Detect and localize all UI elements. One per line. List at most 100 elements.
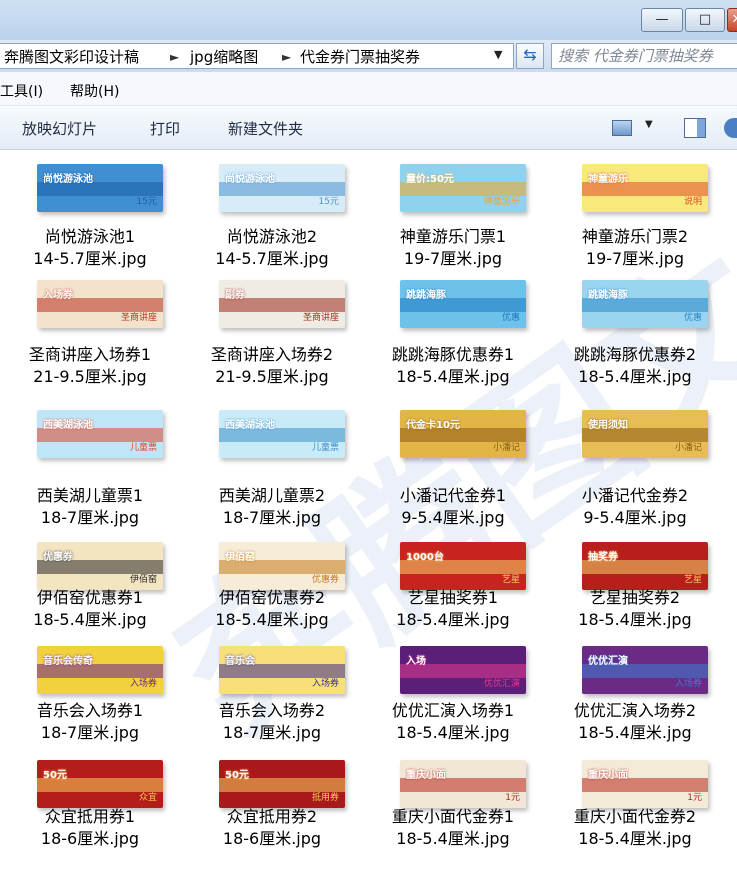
breadcrumb-root[interactable]: 奔腾图文彩印设计稿 xyxy=(4,47,139,67)
file-name[interactable]: 跳跳海豚优惠券2 xyxy=(545,344,725,366)
file-name-suffix[interactable]: 19-7厘米.jpg xyxy=(545,248,725,270)
file-name-suffix[interactable]: 18-5.4厘米.jpg xyxy=(0,609,180,631)
file-thumbnail[interactable]: 尚悦游泳池 15元 xyxy=(37,164,163,212)
file-thumbnail[interactable]: 抽奖券 艺星 xyxy=(582,542,708,590)
file-thumbnail[interactable]: 跳跳海豚 优惠 xyxy=(582,280,708,328)
file-name-suffix[interactable]: 18-7厘米.jpg xyxy=(0,722,180,744)
file-thumbnail[interactable]: 尚悦游泳池 15元 xyxy=(219,164,345,212)
menu-help[interactable]: 帮助(H) xyxy=(70,81,119,101)
file-thumbnail[interactable]: 神童游乐 说明 xyxy=(582,164,708,212)
file-name[interactable]: 众宜抵用券1 xyxy=(0,806,180,828)
file-name[interactable]: 众宜抵用券2 xyxy=(182,806,362,828)
thumbnail-title: 童价:50元 xyxy=(406,174,454,185)
thumbnail-title: 优优汇演 xyxy=(588,656,628,667)
file-name[interactable]: 优优汇演入场券2 xyxy=(545,700,725,722)
file-name-suffix[interactable]: 18-5.4厘米.jpg xyxy=(182,609,362,631)
file-thumbnail[interactable]: 代金卡10元 小潘记 xyxy=(400,410,526,458)
thumbnail-subtitle: 圣商讲座 xyxy=(302,313,339,323)
file-thumbnail[interactable]: 重庆小面 1元 xyxy=(400,760,526,808)
menu-tools[interactable]: 工具(I) xyxy=(0,81,43,101)
file-name-suffix[interactable]: 9-5.4厘米.jpg xyxy=(363,507,543,529)
file-name-suffix[interactable]: 18-7厘米.jpg xyxy=(182,722,362,744)
breadcrumb-jpg[interactable]: jpg缩略图 xyxy=(190,47,258,67)
new-folder-button[interactable]: 新建文件夹 xyxy=(228,118,303,139)
file-name[interactable]: 尚悦游泳池2 xyxy=(182,226,362,248)
change-view-icon[interactable] xyxy=(612,120,632,136)
preview-pane-icon[interactable] xyxy=(684,118,706,138)
view-dropdown-icon[interactable]: ▼ xyxy=(645,119,653,130)
address-dropdown-icon[interactable]: ▼ xyxy=(494,48,502,61)
file-name-suffix[interactable]: 18-7厘米.jpg xyxy=(182,507,362,529)
print-button[interactable]: 打印 xyxy=(150,118,180,139)
file-name-suffix[interactable]: 18-5.4厘米.jpg xyxy=(363,609,543,631)
file-name[interactable]: 伊佰窑优惠券1 xyxy=(0,587,180,609)
file-name-suffix[interactable]: 21-9.5厘米.jpg xyxy=(0,366,180,388)
file-name[interactable]: 小潘记代金券2 xyxy=(545,485,725,507)
help-icon[interactable] xyxy=(724,118,737,138)
file-thumbnail[interactable]: 1000台 艺星 xyxy=(400,542,526,590)
breadcrumb-separator-icon[interactable]: ► xyxy=(282,47,291,67)
file-thumbnail[interactable]: 入场 优优汇演 xyxy=(400,646,526,694)
file-name-suffix[interactable]: 18-5.4厘米.jpg xyxy=(545,828,725,850)
file-thumbnail[interactable]: 童价:50元 神童游乐 xyxy=(400,164,526,212)
file-name[interactable]: 音乐会入场券1 xyxy=(0,700,180,722)
file-name-suffix[interactable]: 18-5.4厘米.jpg xyxy=(363,828,543,850)
file-name-suffix[interactable]: 14-5.7厘米.jpg xyxy=(0,248,180,270)
file-name-suffix[interactable]: 19-7厘米.jpg xyxy=(363,248,543,270)
file-name-suffix[interactable]: 9-5.4厘米.jpg xyxy=(545,507,725,529)
file-thumbnail[interactable]: 50元 抵用券 xyxy=(219,760,345,808)
file-name-suffix[interactable]: 18-5.4厘米.jpg xyxy=(545,722,725,744)
file-thumbnail[interactable]: 优惠券 伊佰窑 xyxy=(37,542,163,590)
file-thumbnail[interactable]: 西美湖泳池 儿童票 xyxy=(219,410,345,458)
file-thumbnail[interactable]: 50元 众宜 xyxy=(37,760,163,808)
minimize-button[interactable]: — xyxy=(641,8,683,32)
slideshow-button[interactable]: 放映幻灯片 xyxy=(22,118,97,139)
file-name[interactable]: 重庆小面代金券2 xyxy=(545,806,725,828)
file-name-suffix[interactable]: 18-5.4厘米.jpg xyxy=(545,609,725,631)
file-name[interactable]: 小潘记代金券1 xyxy=(363,485,543,507)
file-thumbnail[interactable]: 使用须知 小潘记 xyxy=(582,410,708,458)
file-thumbnail[interactable]: 音乐会 入场券 xyxy=(219,646,345,694)
file-thumbnail[interactable]: 西美湖泳池 儿童票 xyxy=(37,410,163,458)
file-thumbnail[interactable]: 音乐会传奇 入场券 xyxy=(37,646,163,694)
file-name-suffix[interactable]: 18-6厘米.jpg xyxy=(182,828,362,850)
file-name-suffix[interactable]: 18-5.4厘米.jpg xyxy=(363,366,543,388)
file-name-suffix[interactable]: 14-5.7厘米.jpg xyxy=(182,248,362,270)
file-thumbnail[interactable]: 优优汇演 入场券 xyxy=(582,646,708,694)
file-thumbnail[interactable]: 伊佰窑 优惠券 xyxy=(219,542,345,590)
file-name[interactable]: 神童游乐门票1 xyxy=(363,226,543,248)
file-name[interactable]: 圣商讲座入场券2 xyxy=(182,344,362,366)
search-box[interactable] xyxy=(551,43,737,69)
file-name[interactable]: 跳跳海豚优惠券1 xyxy=(363,344,543,366)
file-name[interactable]: 尚悦游泳池1 xyxy=(0,226,180,248)
thumbnail-subtitle: 说明 xyxy=(683,197,702,207)
file-name[interactable]: 音乐会入场券2 xyxy=(182,700,362,722)
file-thumbnail[interactable]: 重庆小面 1元 xyxy=(582,760,708,808)
file-thumbnail[interactable]: 副券 圣商讲座 xyxy=(219,280,345,328)
file-name-suffix[interactable]: 18-5.4厘米.jpg xyxy=(363,722,543,744)
breadcrumb-separator-icon[interactable]: ► xyxy=(170,47,179,67)
file-name[interactable]: 西美湖儿童票2 xyxy=(182,485,362,507)
file-name[interactable]: 艺星抽奖券2 xyxy=(545,587,725,609)
address-bar[interactable]: 奔腾图文彩印设计稿 ► jpg缩略图 ► 代金券门票抽奖券 ▼ xyxy=(0,43,514,69)
file-name[interactable]: 重庆小面代金券1 xyxy=(363,806,543,828)
refresh-button[interactable]: ⇆ xyxy=(516,43,544,69)
file-name[interactable]: 圣商讲座入场券1 xyxy=(0,344,180,366)
maximize-button[interactable]: □ xyxy=(685,8,725,32)
file-name-suffix[interactable]: 18-7厘米.jpg xyxy=(0,507,180,529)
thumbnail-title: 入场 xyxy=(406,656,426,667)
file-name[interactable]: 神童游乐门票2 xyxy=(545,226,725,248)
file-thumbnail[interactable]: 入场券 圣商讲座 xyxy=(37,280,163,328)
thumbnail-title: 优惠券 xyxy=(43,552,73,563)
file-name-suffix[interactable]: 18-6厘米.jpg xyxy=(0,828,180,850)
file-name[interactable]: 艺星抽奖券1 xyxy=(363,587,543,609)
file-name[interactable]: 优优汇演入场券1 xyxy=(363,700,543,722)
file-name[interactable]: 西美湖儿童票1 xyxy=(0,485,180,507)
file-name[interactable]: 伊佰窑优惠券2 xyxy=(182,587,362,609)
file-name-suffix[interactable]: 18-5.4厘米.jpg xyxy=(545,366,725,388)
breadcrumb-current[interactable]: 代金券门票抽奖券 xyxy=(300,47,420,67)
file-name-suffix[interactable]: 21-9.5厘米.jpg xyxy=(182,366,362,388)
search-input[interactable] xyxy=(558,46,737,66)
close-button[interactable]: ✕ xyxy=(727,8,737,32)
file-thumbnail[interactable]: 跳跳海豚 优惠 xyxy=(400,280,526,328)
